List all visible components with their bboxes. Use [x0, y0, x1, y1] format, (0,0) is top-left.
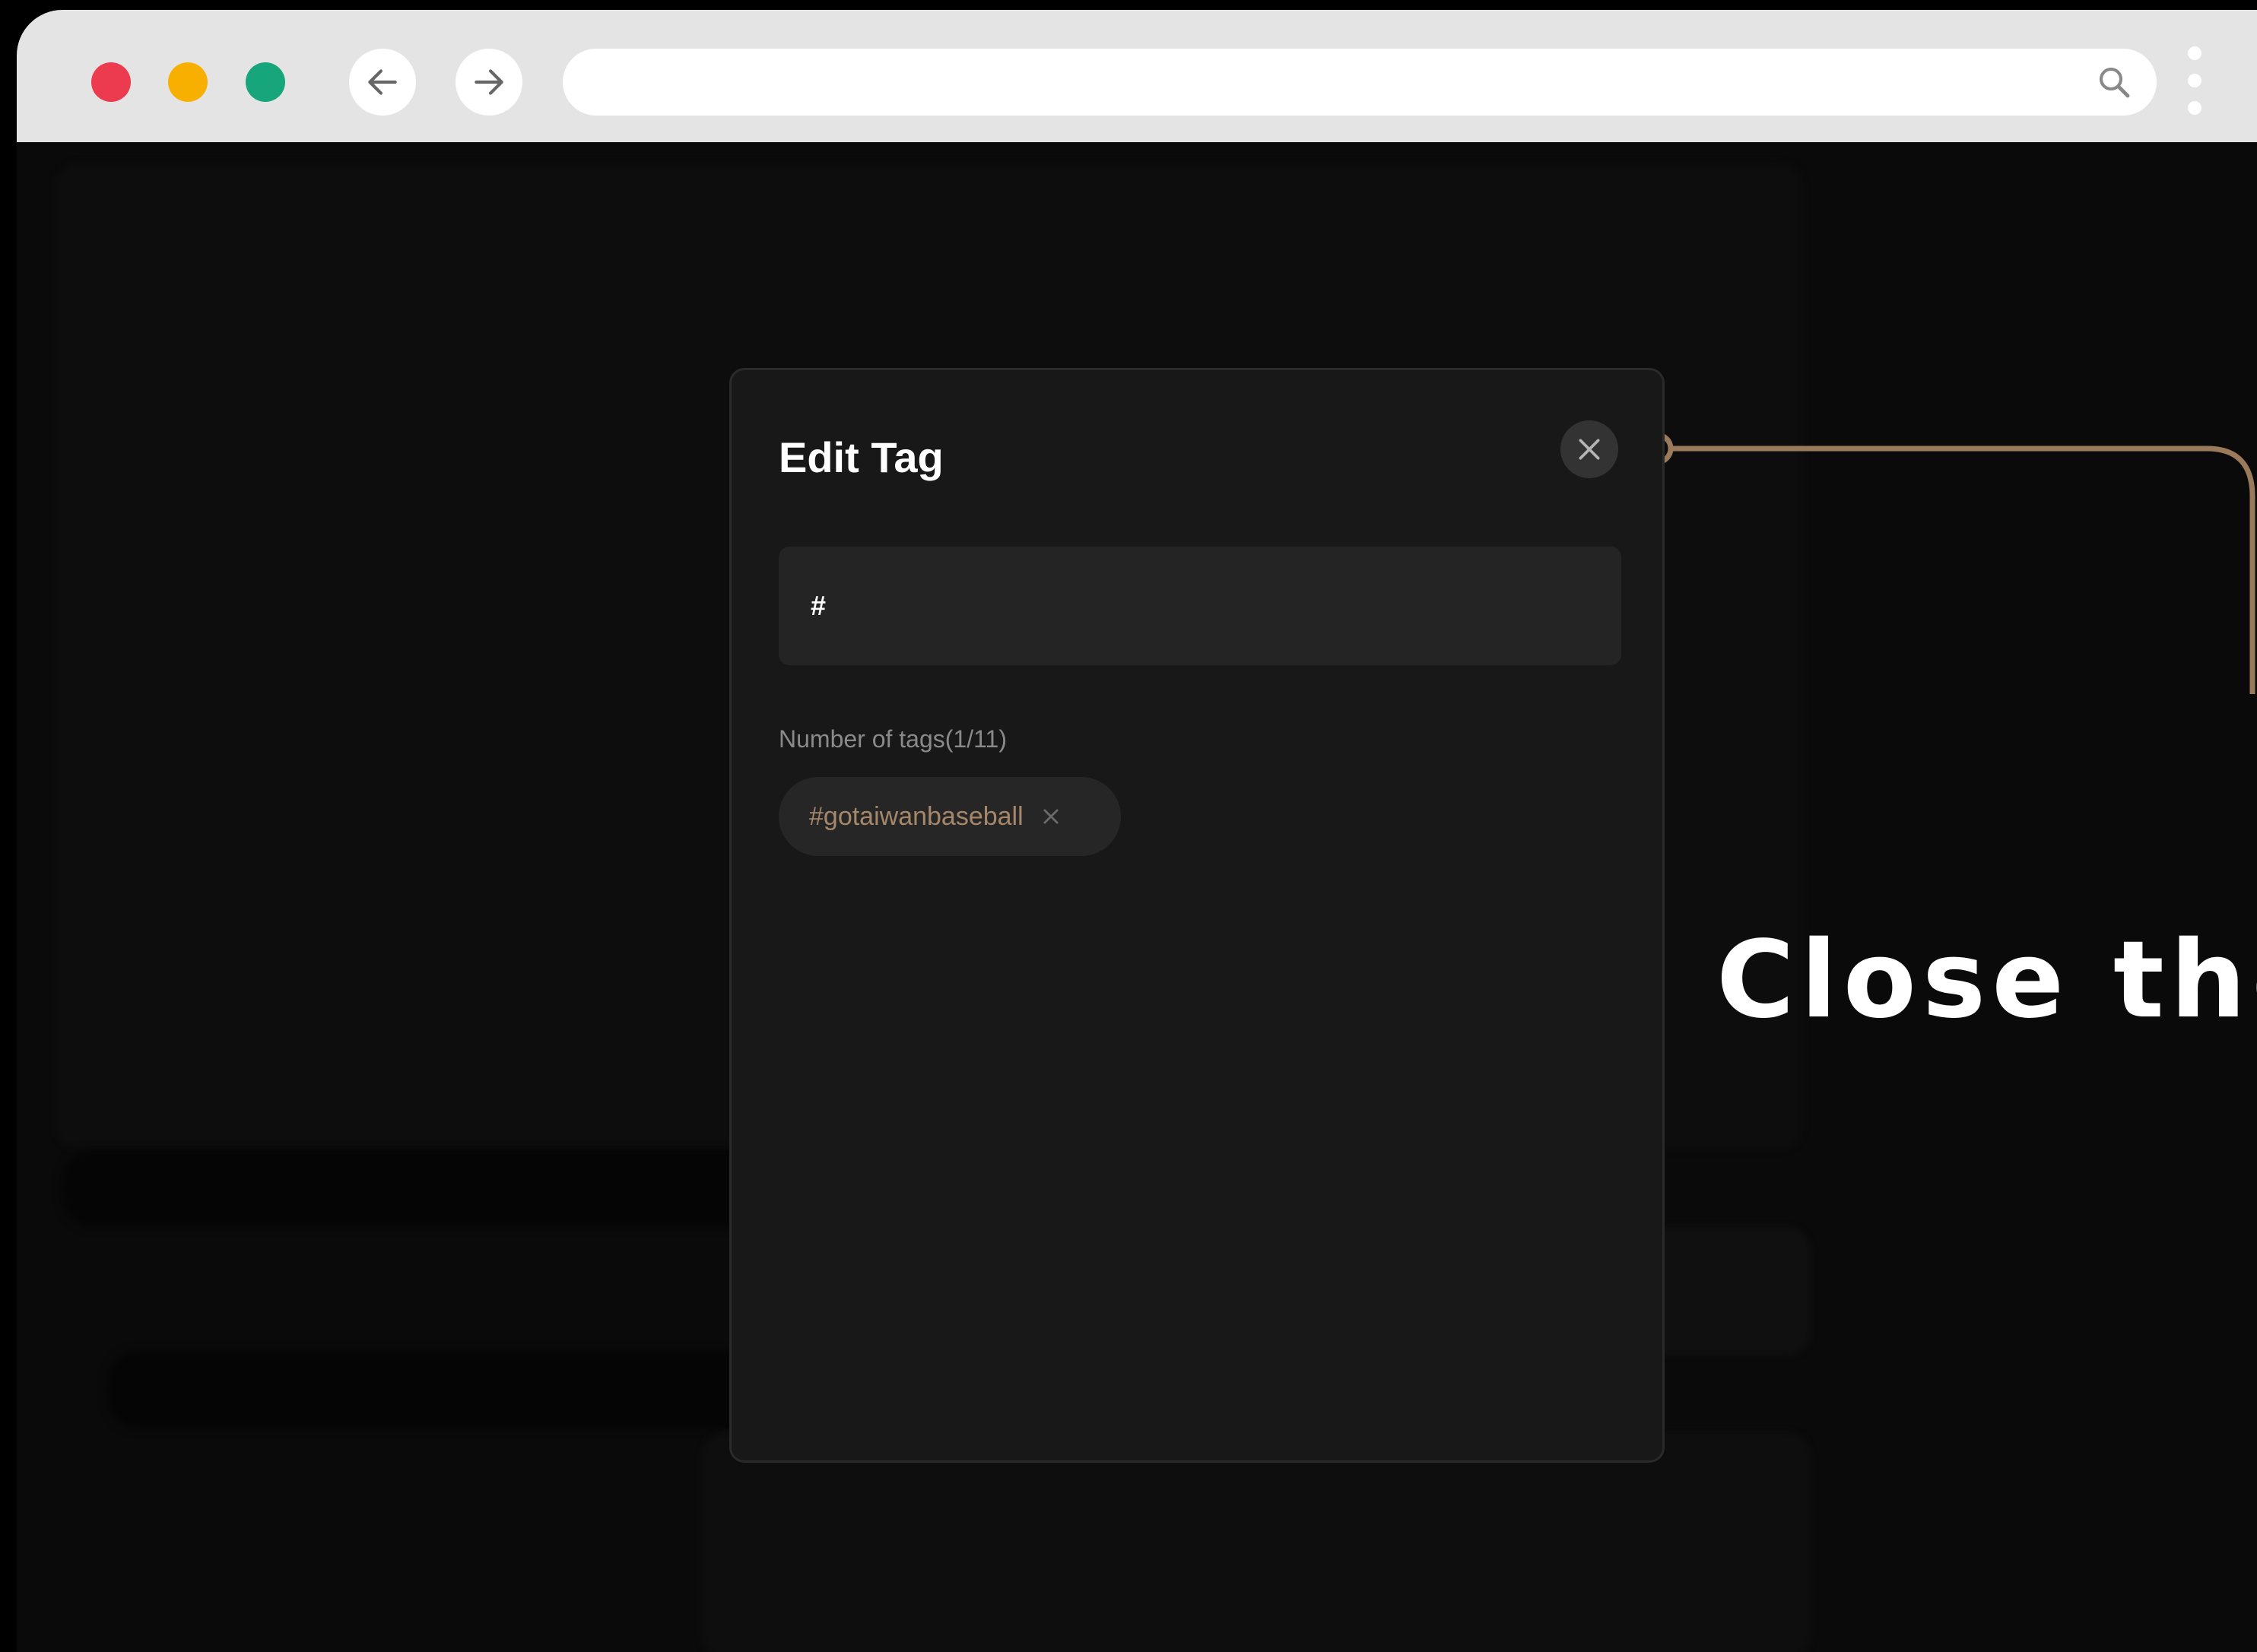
- browser-window: Edit Tag Number of tags(1/11) #gotaiwanb…: [17, 10, 2257, 1652]
- tag-input[interactable]: [779, 547, 1621, 665]
- close-icon: [1579, 439, 1600, 460]
- background-panel: [701, 1432, 1811, 1652]
- remove-tag-icon[interactable]: [1040, 806, 1062, 827]
- edit-tag-modal: Edit Tag Number of tags(1/11) #gotaiwanb…: [729, 368, 1665, 1463]
- annotation-caption: Close the: [1716, 918, 2257, 1042]
- modal-title: Edit Tag: [779, 433, 944, 481]
- tag-count-label: Number of tags(1/11): [779, 725, 1007, 753]
- tag-chip-label: #gotaiwanbaseball: [809, 801, 1024, 831]
- close-button[interactable]: [1560, 420, 1618, 478]
- tag-chip: #gotaiwanbaseball: [779, 777, 1121, 856]
